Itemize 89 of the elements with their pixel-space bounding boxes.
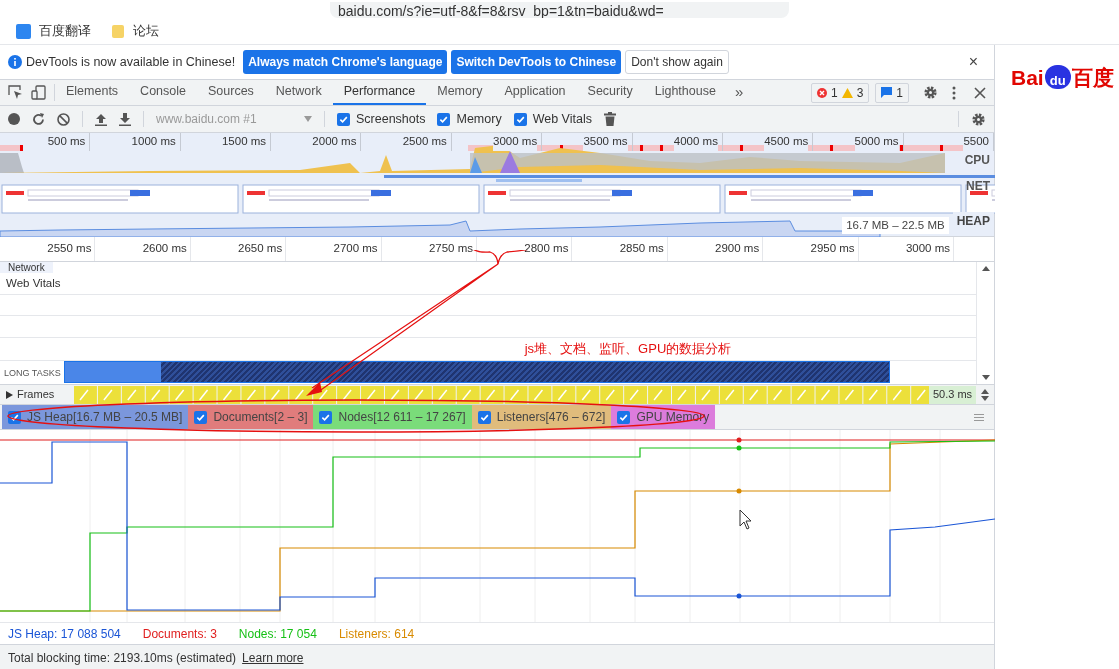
clear-icon[interactable] — [57, 112, 70, 126]
close-button[interactable]: × — [960, 50, 986, 74]
time-tick: 3000 ms — [905, 241, 950, 257]
settings-icon[interactable] — [971, 111, 986, 127]
time-tick: 2600 ms — [142, 241, 187, 257]
messages-counter[interactable]: 1 — [875, 82, 909, 103]
time-tick: 2550 ms — [47, 241, 92, 257]
message-icon — [881, 87, 893, 98]
time-tick: 2850 ms — [619, 241, 664, 257]
checkbox[interactable] — [477, 410, 491, 424]
checkbox[interactable] — [513, 112, 527, 126]
data-point — [736, 593, 742, 599]
data-point — [736, 445, 742, 451]
status-text: Total blocking time: 2193.10ms (estimated) — [8, 649, 237, 667]
dropdown-caret-icon — [304, 116, 312, 122]
data-point — [736, 488, 742, 494]
checkbox[interactable] — [337, 112, 350, 126]
more-options-icon[interactable] — [952, 85, 956, 100]
counter-value: Nodes: 17 054 — [238, 625, 317, 643]
drag-handle-icon[interactable] — [974, 413, 984, 421]
heap-range: 16.7 MB – 22.5 MB — [842, 216, 949, 234]
track-label: NET — [965, 178, 991, 195]
panel-tab[interactable]: Console — [129, 80, 197, 105]
panel-tab[interactable]: Sources — [197, 80, 265, 105]
scroll-up-icon[interactable] — [981, 266, 990, 271]
scroll-down-icon[interactable] — [981, 375, 990, 380]
info-icon — [8, 55, 22, 69]
frames-track-header[interactable]: Frames — [17, 386, 74, 403]
infobar-button[interactable]: Always match Chrome's language — [243, 50, 448, 74]
counter-toggle[interactable]: JS Heap[16.7 MB – 20.5 MB] — [2, 405, 189, 429]
more-tabs-button[interactable]: » — [726, 80, 752, 105]
issues-counter[interactable]: 1 3 — [810, 82, 870, 103]
learn-more-link[interactable]: Learn more — [242, 648, 304, 667]
baidu-logo: Bai du 百度 — [1011, 65, 1115, 89]
trash-icon[interactable] — [603, 112, 616, 126]
error-count: 1 — [830, 84, 838, 102]
scroll-down-icon[interactable] — [981, 395, 990, 401]
checkbox[interactable] — [437, 112, 451, 126]
panel-tab[interactable]: Elements — [55, 80, 130, 105]
info-message: DevTools is now available in Chinese! — [26, 53, 236, 71]
track-header: Web Vitals — [6, 276, 61, 289]
download-icon[interactable] — [119, 112, 131, 126]
time-tick: 2750 ms — [428, 241, 473, 257]
close-icon[interactable] — [974, 86, 986, 99]
infobar-button[interactable]: Don't show again — [625, 50, 729, 74]
time-tick: 2800 ms — [524, 241, 569, 257]
time-tick: 2900 ms — [715, 241, 760, 257]
record-icon[interactable] — [8, 113, 20, 125]
counter-toggle[interactable]: Nodes[12 611 – 17 267] — [313, 405, 472, 429]
scroll-up-icon[interactable] — [981, 388, 990, 394]
counter-value: Documents: 3 — [142, 625, 217, 643]
counter-toggle[interactable]: Listeners[476 – 672] — [471, 405, 612, 429]
upload-icon[interactable] — [95, 112, 107, 126]
warning-icon — [841, 87, 853, 98]
mouse-cursor-icon — [739, 509, 752, 530]
device-icon[interactable] — [31, 85, 46, 100]
counter-toggle[interactable]: Documents[2 – 3] — [188, 405, 314, 429]
checkbox[interactable] — [319, 410, 333, 424]
checkbox-label: Memory — [456, 110, 502, 128]
inspect-icon[interactable] — [8, 85, 23, 100]
bookmark[interactable]: 论坛 — [107, 21, 163, 41]
error-icon — [816, 87, 827, 98]
frame-duration: 50.3 ms — [928, 385, 977, 404]
warning-count: 3 — [856, 84, 864, 102]
panel-tab[interactable]: Security — [576, 80, 644, 105]
long-task-bar[interactable] — [64, 361, 890, 384]
data-point — [736, 437, 742, 443]
counter-value: JS Heap: 17 088 504 — [8, 625, 121, 643]
expand-triangle-icon[interactable] — [6, 390, 13, 399]
track-header: LONG TASKS — [4, 368, 61, 379]
bookmark[interactable]: 百度翻译 — [12, 21, 95, 41]
panel-tab[interactable]: Application — [493, 80, 577, 105]
checkbox[interactable] — [194, 410, 208, 424]
checkbox-label: Screenshots — [356, 110, 426, 128]
counter-value: Listeners: 614 — [338, 625, 415, 643]
time-tick: 2650 ms — [238, 241, 283, 257]
track-header[interactable]: Network — [0, 262, 53, 274]
annotation-text: js堆、文档、监听、GPU的数据分析 — [524, 339, 732, 358]
settings-icon[interactable] — [923, 85, 938, 100]
panel-tab[interactable]: Network — [264, 80, 333, 105]
address-bar[interactable]: baidu.com/s?ie=utf-8&f=8&rsv_bp=1&tn=baidu&wd= — [330, 2, 789, 18]
checkbox-label: Web Vitals — [532, 110, 592, 128]
reload-icon[interactable] — [32, 112, 45, 126]
time-tick: 2700 ms — [333, 241, 378, 257]
infobar-button[interactable]: Switch DevTools to Chinese — [451, 50, 622, 74]
checkbox[interactable] — [617, 410, 631, 424]
time-tick: 2950 ms — [810, 241, 855, 257]
panel-tab[interactable]: Lighthouse — [643, 80, 727, 105]
panel-tab[interactable]: Memory — [426, 80, 494, 105]
